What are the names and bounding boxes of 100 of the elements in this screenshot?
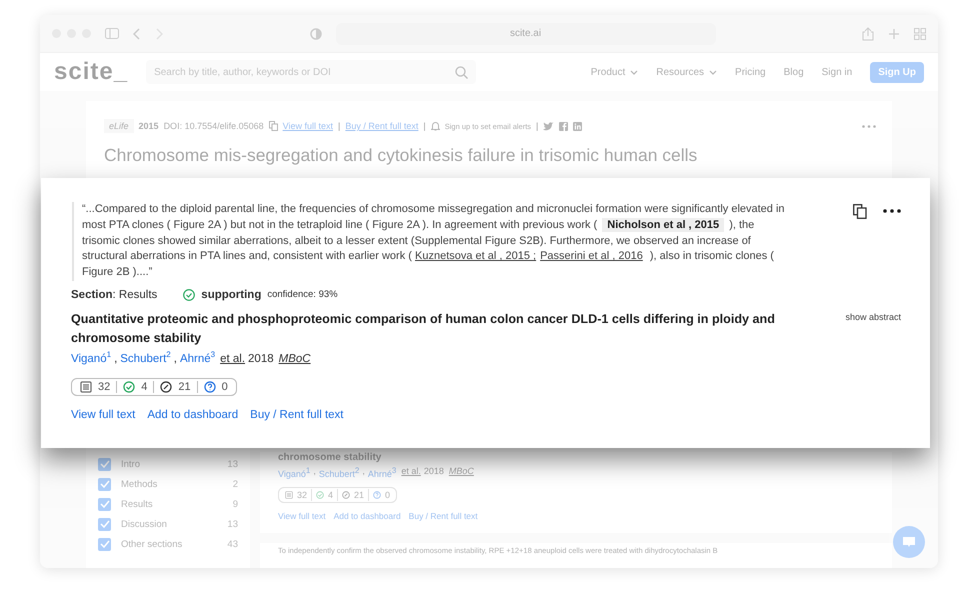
- separator: |: [536, 121, 538, 131]
- question-circle-icon: [373, 491, 382, 499]
- author-link[interactable]: Schubert$^{2}$: [318, 466, 360, 479]
- paper-link[interactable]: View full text: [282, 121, 333, 131]
- share-icon[interactable]: [862, 26, 874, 40]
- journal-badge: eLife: [104, 119, 134, 133]
- tabs-grid-icon[interactable]: [914, 28, 926, 40]
- address-bar[interactable]: scite.ai: [336, 22, 716, 44]
- et-al-link[interactable]: et al.: [401, 466, 421, 479]
- nav-link[interactable]: Sign in: [822, 66, 852, 78]
- section-checkbox[interactable]: [98, 518, 111, 530]
- doi-text: DOI: 10.7554/elife.05068: [164, 121, 264, 131]
- shield-icon[interactable]: [310, 28, 322, 40]
- author-link[interactable]: Viganó$^{1}$: [278, 466, 310, 479]
- citation-title: chromosome stability: [278, 452, 382, 463]
- tally-count: 32: [98, 380, 110, 393]
- section-label: Discussion: [121, 518, 168, 530]
- tally-count: 4: [328, 490, 334, 500]
- author-link[interactable]: Ahrné$^{3}$: [180, 350, 216, 365]
- paper-year: 2015: [138, 121, 159, 131]
- f-square-icon[interactable]: [559, 122, 568, 130]
- reference-link[interactable]: Passerini et al , 2016: [540, 250, 643, 262]
- tally-count: 32: [297, 490, 308, 500]
- bell-icon[interactable]: [430, 121, 440, 131]
- section-label: Section: Results: [71, 288, 158, 301]
- citation-link[interactable]: View full text: [278, 511, 326, 521]
- section-count: 2: [232, 478, 238, 490]
- nav-link[interactable]: Resources: [656, 66, 718, 78]
- tally-pill[interactable]: 32 4 21 0: [71, 378, 237, 396]
- section-checkbox[interactable]: [98, 458, 111, 470]
- comma: ,: [313, 466, 316, 478]
- back-icon[interactable]: [133, 28, 141, 40]
- chat-bubble-icon[interactable]: [902, 536, 916, 548]
- in-square-icon[interactable]: [573, 122, 582, 130]
- comma: ,: [362, 466, 365, 478]
- separator: |: [338, 121, 340, 131]
- sign-up-button[interactable]: Sign Up: [870, 62, 924, 82]
- classification-label: supporting: [201, 288, 262, 301]
- comma: ,: [114, 352, 118, 365]
- check-circle-icon: [123, 380, 136, 393]
- section-checkbox[interactable]: [98, 478, 111, 490]
- et-al-link[interactable]: et al.: [220, 352, 246, 365]
- nav-link[interactable]: Product: [590, 66, 638, 78]
- citation-link[interactable]: Add to dashboard: [334, 511, 401, 521]
- tally-count: 21: [178, 380, 191, 393]
- slash-circle-icon: [342, 491, 350, 499]
- site-logo[interactable]: scite_: [54, 58, 128, 86]
- section-checkbox[interactable]: [98, 538, 111, 550]
- nav-link[interactable]: Blog: [784, 66, 804, 78]
- chevron-down-icon[interactable]: [630, 70, 638, 74]
- citation-title: Quantitative proteomic and phosphoproteomic comparison of human colon cancer DLD-1 cells differing in ploidy and chromosome stability: [71, 310, 776, 347]
- section-checkbox[interactable]: [98, 498, 111, 510]
- chevron-down-icon[interactable]: [709, 70, 718, 74]
- journal-link[interactable]: MBoC: [278, 352, 311, 365]
- section-label: Other sections: [121, 538, 184, 550]
- citation-link[interactable]: Add to dashboard: [147, 408, 238, 421]
- tally-count: 0: [385, 490, 390, 500]
- section-count: 9: [232, 498, 238, 510]
- citation-link[interactable]: Buy / Rent full text: [408, 511, 478, 521]
- slash-circle-icon: [160, 380, 172, 393]
- separator: |: [423, 121, 426, 131]
- check-circle-icon: [183, 288, 196, 301]
- plus-icon[interactable]: [888, 28, 900, 40]
- citation-link[interactable]: View full text: [71, 408, 136, 421]
- bird-icon[interactable]: [543, 122, 554, 130]
- author-link[interactable]: Ahrné$^{3}$: [368, 466, 396, 479]
- citation-year: 2018: [424, 466, 444, 478]
- tally-count: 0: [222, 380, 228, 393]
- tally-pill[interactable]: 32 4 21 0: [278, 487, 398, 503]
- more-icon[interactable]: [883, 209, 901, 213]
- tally-count: 21: [354, 490, 364, 500]
- section-count: 13: [227, 518, 238, 530]
- journal-link[interactable]: MBoC: [448, 466, 474, 479]
- author-link[interactable]: Viganó$^{1}$: [71, 350, 112, 365]
- citation-year: 2018: [248, 352, 274, 365]
- reference-link[interactable]: Kuznetsova et al , 2015 ;: [415, 250, 536, 262]
- section-label: Methods: [121, 478, 158, 490]
- chat-button[interactable]: [893, 526, 925, 558]
- section-label: Intro: [121, 458, 142, 470]
- paper-title: Chromosome mis-segregation and cytokinesis failure in trisomic human cells: [104, 145, 698, 166]
- show-abstract-link[interactable]: show abstract: [845, 312, 901, 348]
- section-label: Results: [121, 498, 154, 510]
- comma: ,: [174, 352, 177, 365]
- document-icon: [80, 380, 92, 393]
- tally-count: 4: [141, 380, 148, 393]
- section-count: 43: [227, 538, 238, 550]
- nav-link[interactable]: Pricing: [735, 66, 766, 78]
- reference-chip[interactable]: Nicholson et al , 2015: [602, 218, 724, 232]
- copy-icon[interactable]: [853, 204, 867, 218]
- search-icon[interactable]: [455, 66, 468, 79]
- question-circle-icon: [204, 380, 216, 393]
- document-icon: [285, 491, 293, 499]
- citation-quote: “...Compared to the diploid parental line, the frequencies of chromosome missegregation and micronuclei formation were significantly elevated in most PTA clones ( Figure 2A ) but not in the tetraploid line ( Figure 2A ). In agreement with previous work ( Nicholson et al , 2015 ), the trisomic clones showed similar aberrations, albeit to a lesser extent (Supplemental Figure S2B). Furthermore, we observed an increase of structural aberrations in PTA lines and, consistent with earlier work ( Kuznetsova et al , 2015 ; Passerini et al , 2016 ), also in trisomic clones ( Figure 2B )....”: [72, 202, 787, 281]
- citation-link[interactable]: Buy / Rent full text: [250, 408, 344, 421]
- check-circle-icon: [316, 491, 324, 499]
- section-count: 13: [227, 458, 238, 470]
- paper-link[interactable]: Buy / Rent full text: [345, 121, 418, 131]
- confidence-text: confidence: 93%: [267, 289, 338, 300]
- author-link[interactable]: Schubert$^{2}$: [120, 350, 171, 365]
- sidebar-icon[interactable]: [105, 28, 119, 39]
